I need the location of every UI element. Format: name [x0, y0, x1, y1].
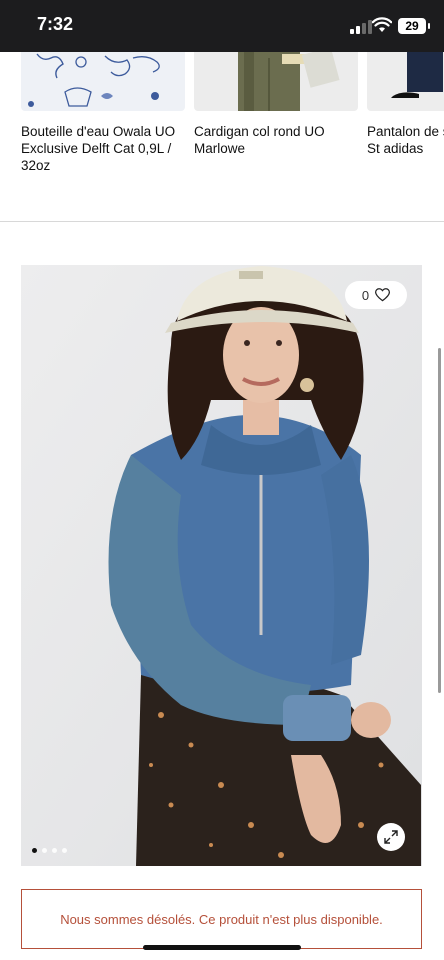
wishlist-count: 0 — [361, 287, 370, 303]
battery-icon: 29 — [398, 18, 430, 34]
expand-image-button[interactable] — [377, 823, 405, 851]
wifi-icon — [372, 17, 392, 32]
cellular-signal-icon — [350, 20, 372, 34]
scrollbar[interactable] — [438, 348, 441, 693]
expand-icon — [384, 830, 398, 844]
gallery-dot[interactable] — [42, 848, 47, 853]
model-trousers-shoes-icon — [367, 52, 444, 111]
related-products-carousel: Bouteille d'eau Owala UO Exclusive Delft… — [0, 52, 444, 222]
status-bar: 7:32 29 — [0, 0, 444, 52]
heart-icon — [375, 288, 391, 302]
delft-tile-pattern-icon — [21, 52, 185, 111]
related-product-name[interactable]: Cardigan col rond UO Marlowe — [194, 123, 358, 157]
model-denim-jacket-photo-icon — [21, 265, 422, 866]
unavailable-message: Nous sommes désolés. Ce produit n'est pl… — [60, 911, 383, 927]
related-product-card[interactable]: Pantalon de s Stadium 3-St adidas — [367, 52, 444, 157]
related-product-name[interactable]: Bouteille d'eau Owala UO Exclusive Delft… — [21, 123, 185, 174]
product-image[interactable] — [21, 265, 422, 866]
related-product-card[interactable]: Bouteille d'eau Owala UO Exclusive Delft… — [21, 52, 185, 174]
gallery-pagination — [32, 848, 67, 853]
related-product-name[interactable]: Pantalon de s Stadium 3-St adidas — [367, 123, 444, 157]
status-time: 7:32 — [37, 14, 74, 34]
wishlist-button[interactable]: 0 — [345, 281, 407, 309]
home-indicator[interactable] — [143, 945, 301, 950]
section-divider — [0, 221, 444, 222]
gallery-dot[interactable] — [52, 848, 57, 853]
related-product-card[interactable]: Cardigan col rond UO Marlowe — [194, 52, 358, 157]
model-cargo-pants-icon — [194, 52, 358, 111]
gallery-dot[interactable] — [32, 848, 37, 853]
gallery-dot[interactable] — [62, 848, 67, 853]
product-unavailable-notice: Nous sommes désolés. Ce produit n'est pl… — [21, 889, 422, 949]
